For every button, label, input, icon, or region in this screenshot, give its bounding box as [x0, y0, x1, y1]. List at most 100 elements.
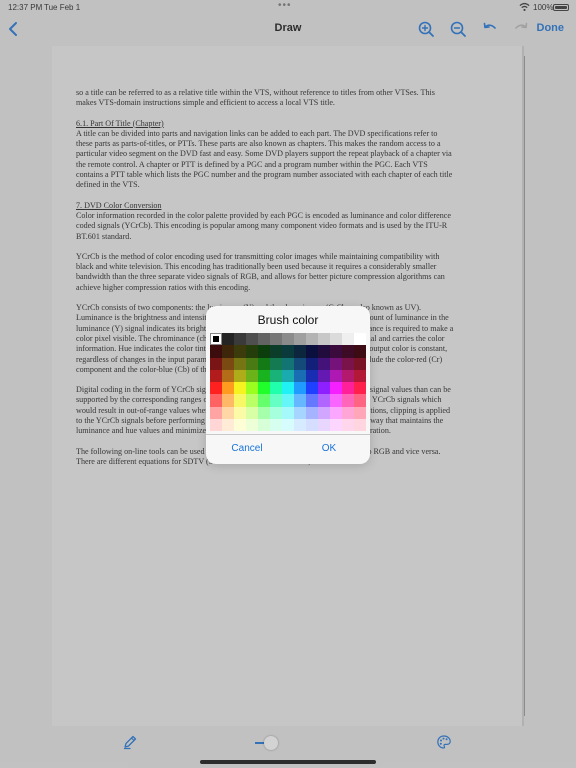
color-swatch[interactable] — [222, 369, 234, 383]
color-swatch[interactable] — [246, 369, 258, 383]
color-swatch[interactable] — [210, 406, 222, 420]
color-swatch[interactable] — [270, 369, 282, 383]
color-swatch[interactable] — [318, 333, 330, 346]
color-swatch[interactable] — [294, 369, 306, 383]
color-swatch[interactable] — [294, 333, 306, 346]
color-swatch[interactable] — [342, 333, 354, 346]
color-swatch[interactable] — [234, 406, 246, 420]
color-swatch[interactable] — [318, 357, 330, 370]
color-swatch[interactable] — [246, 419, 258, 432]
color-swatch[interactable] — [282, 357, 294, 370]
color-swatch[interactable] — [282, 406, 294, 420]
color-swatch[interactable] — [258, 382, 270, 395]
color-swatch[interactable] — [282, 394, 294, 407]
color-swatch[interactable] — [354, 419, 366, 432]
color-swatch[interactable] — [222, 406, 234, 420]
color-swatch[interactable] — [222, 394, 234, 407]
color-swatch[interactable] — [222, 345, 234, 358]
color-swatch[interactable] — [270, 333, 282, 346]
color-swatch[interactable] — [330, 394, 342, 407]
color-swatch[interactable] — [282, 382, 294, 395]
color-swatch[interactable] — [270, 406, 282, 420]
color-swatch[interactable] — [234, 333, 246, 346]
color-swatch[interactable] — [246, 394, 258, 407]
color-swatch[interactable] — [210, 357, 222, 370]
color-swatch[interactable] — [258, 369, 270, 383]
color-swatch[interactable] — [258, 406, 270, 420]
color-swatch[interactable] — [210, 369, 222, 383]
color-swatch[interactable] — [270, 382, 282, 395]
color-swatch[interactable] — [210, 333, 222, 346]
color-swatch[interactable] — [210, 345, 222, 358]
color-swatch[interactable] — [330, 419, 342, 432]
color-swatch[interactable] — [282, 419, 294, 432]
color-swatch[interactable] — [222, 333, 234, 346]
color-swatch[interactable] — [294, 357, 306, 370]
color-swatch[interactable] — [306, 369, 318, 383]
color-swatch[interactable] — [282, 345, 294, 358]
color-swatch[interactable] — [354, 333, 366, 346]
color-swatch[interactable] — [318, 419, 330, 432]
color-swatch[interactable] — [282, 333, 294, 346]
color-swatch[interactable] — [342, 345, 354, 358]
color-swatch[interactable] — [330, 369, 342, 383]
color-swatch[interactable] — [222, 419, 234, 432]
cancel-button[interactable]: Cancel — [206, 443, 288, 454]
color-swatch[interactable] — [318, 345, 330, 358]
color-swatch[interactable] — [306, 382, 318, 395]
color-swatch[interactable] — [306, 345, 318, 358]
color-swatch[interactable] — [330, 357, 342, 370]
color-swatch[interactable] — [294, 406, 306, 420]
color-swatch[interactable] — [234, 419, 246, 432]
color-swatch[interactable] — [294, 394, 306, 407]
color-swatch[interactable] — [318, 382, 330, 395]
color-swatch[interactable] — [342, 406, 354, 420]
color-swatch[interactable] — [354, 345, 366, 358]
color-swatch[interactable] — [354, 382, 366, 395]
color-swatch[interactable] — [306, 333, 318, 346]
color-swatch[interactable] — [342, 382, 354, 395]
color-swatch[interactable] — [342, 394, 354, 407]
color-swatch[interactable] — [354, 357, 366, 370]
ok-button[interactable]: OK — [288, 443, 370, 454]
color-swatch[interactable] — [294, 345, 306, 358]
color-swatch[interactable] — [246, 345, 258, 358]
color-swatch[interactable] — [258, 333, 270, 346]
color-swatch[interactable] — [306, 406, 318, 420]
color-swatch[interactable] — [258, 419, 270, 432]
color-swatch[interactable] — [234, 345, 246, 358]
color-swatch[interactable] — [222, 382, 234, 395]
color-swatch[interactable] — [210, 394, 222, 407]
color-swatch[interactable] — [318, 394, 330, 407]
color-swatch[interactable] — [354, 394, 366, 407]
color-swatch[interactable] — [210, 382, 222, 395]
color-swatch[interactable] — [234, 369, 246, 383]
color-swatch[interactable] — [234, 394, 246, 407]
color-swatch[interactable] — [318, 406, 330, 420]
color-swatch[interactable] — [270, 394, 282, 407]
color-swatch[interactable] — [342, 419, 354, 432]
color-swatch[interactable] — [330, 382, 342, 395]
color-swatch[interactable] — [258, 345, 270, 358]
color-swatch[interactable] — [306, 419, 318, 432]
color-swatch[interactable] — [294, 382, 306, 395]
color-swatch[interactable] — [354, 406, 366, 420]
color-swatch[interactable] — [258, 357, 270, 370]
color-swatch[interactable] — [354, 369, 366, 383]
color-swatch[interactable] — [222, 357, 234, 370]
color-swatch[interactable] — [246, 406, 258, 420]
color-swatch[interactable] — [282, 369, 294, 383]
color-swatch[interactable] — [294, 419, 306, 432]
color-swatch[interactable] — [246, 357, 258, 370]
color-swatch[interactable] — [330, 333, 342, 346]
color-swatch[interactable] — [270, 419, 282, 432]
color-swatch[interactable] — [306, 357, 318, 370]
color-swatch[interactable] — [258, 394, 270, 407]
color-swatch[interactable] — [318, 369, 330, 383]
color-swatch[interactable] — [342, 357, 354, 370]
color-swatch[interactable] — [306, 394, 318, 407]
color-swatch[interactable] — [246, 382, 258, 395]
color-swatch[interactable] — [210, 419, 222, 432]
color-swatch[interactable] — [270, 357, 282, 370]
color-swatch[interactable] — [342, 369, 354, 383]
